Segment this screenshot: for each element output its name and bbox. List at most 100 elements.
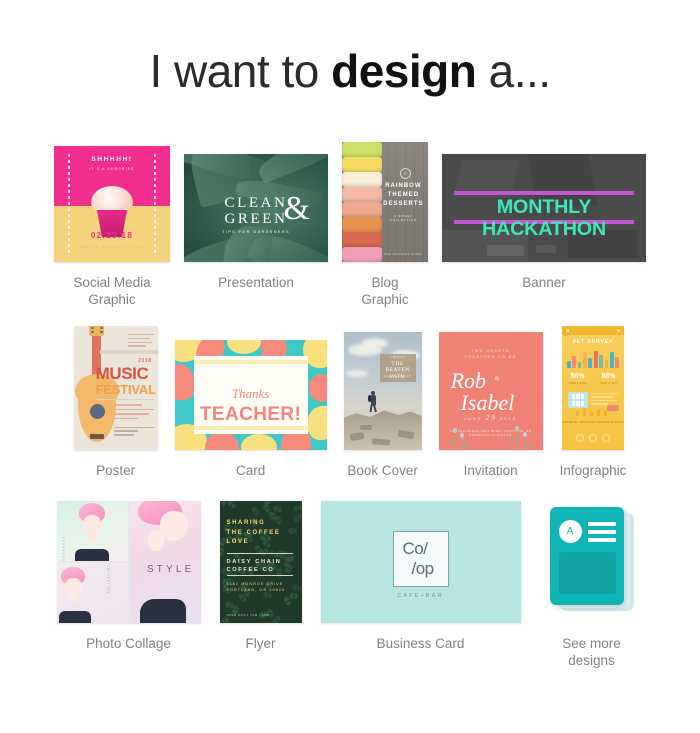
invitation-date-prefix: JUNE — [464, 417, 483, 421]
thumbnail-invitation[interactable]: TWO HEARTS TOGETHER TO BE Rob & Isabel J… — [438, 332, 543, 450]
infographic-title: PET SURVEY — [572, 339, 614, 345]
chart-bar — [604, 359, 609, 368]
thumbnail-wrap: 2018 MUSIC FESTIVAL — [73, 326, 158, 450]
macaron — [342, 247, 383, 262]
banner-title: MONTHLY HACKATHON — [481, 197, 606, 240]
chart-bar — [588, 358, 593, 368]
design-type-see-more-designs[interactable]: A See more designs — [540, 499, 644, 669]
card-panel: Thanks TEACHER! — [193, 356, 308, 434]
design-type-blog-graphic[interactable]: R RAINBOW THEMED DESSERTS A SWEET COLLEC… — [342, 140, 428, 308]
logo-line1: Co/ — [402, 539, 428, 558]
thumbnail-wrap: CLEAN GREEN TIPS FOR GARDENERS & — [184, 140, 328, 262]
stacked-card-front: A — [549, 507, 624, 605]
thumbnail-wrap: R RAINBOW THEMED DESSERTS A SWEET COLLEC… — [342, 140, 428, 262]
book-author: SARAH J. MILLER — [384, 376, 411, 378]
collage-photo-1: LOOKBOOK — [56, 501, 128, 561]
thumbnail-banner[interactable]: MONTHLY HACKATHON — [442, 154, 646, 262]
ukulele-peg — [99, 331, 103, 333]
design-type-row-2: 2018 MUSIC FESTIVAL Poster Thanks TEACHE… — [0, 326, 700, 479]
flyer-rule — [226, 553, 293, 554]
poster-band — [99, 350, 158, 354]
chart-bar — [609, 352, 614, 368]
macaron — [342, 202, 383, 217]
card-bar-top — [193, 360, 308, 364]
see-more-designs-icon[interactable]: A — [540, 499, 644, 623]
flyer-business-name: DAISY CHAIN COFFEE CO — [226, 559, 282, 574]
infographic-stat-labels: OWN A DOG OWN A CAT — [562, 382, 624, 385]
design-type-label: See more designs — [562, 636, 621, 668]
design-type-row-3: LOOKBOOK STYLE COLLECTION Photo Collage … — [0, 499, 700, 669]
design-type-poster[interactable]: 2018 MUSIC FESTIVAL Poster — [73, 326, 158, 479]
thumbnail-wrap: A MEMOIR THE BEATEN PATH SARAH J. MILLER — [343, 326, 422, 450]
business-card-tagline: CAFE+BAR — [397, 593, 444, 599]
coop-logo-box: Co/ /op — [392, 531, 449, 587]
design-type-label: Banner — [522, 275, 566, 290]
macaron — [342, 172, 383, 187]
design-type-photo-collage[interactable]: LOOKBOOK STYLE COLLECTION Photo Collage — [56, 499, 201, 652]
hiker-leg — [372, 404, 377, 413]
design-type-business-card[interactable]: Co/ /op CAFE+BAR Business Card — [320, 499, 521, 652]
monogram-badge: R — [400, 168, 411, 179]
infographic-swatch-card — [567, 392, 588, 408]
cloud — [361, 338, 388, 348]
thumbnail-book-cover[interactable]: A MEMOIR THE BEATEN PATH SARAH J. MILLER — [343, 332, 422, 450]
thumbnail-blog-graphic[interactable]: R RAINBOW THEMED DESSERTS A SWEET COLLEC… — [342, 142, 428, 262]
thumbnail-business-card[interactable]: Co/ /op CAFE+BAR — [320, 501, 521, 623]
circle-icon — [575, 434, 584, 442]
design-type-invitation[interactable]: TWO HEARTS TOGETHER TO BE Rob & Isabel J… — [438, 326, 543, 479]
placeholder-line — [587, 538, 616, 542]
model-face — [159, 511, 188, 541]
design-type-row-1: SHHHHH! IT'S A SURPRISE 02.23.18 RSVP TO… — [0, 140, 700, 308]
page-title-suffix: a... — [476, 45, 551, 97]
placeholder-body — [558, 552, 616, 594]
macaron-title: RAINBOW THEMED DESSERTS — [383, 183, 424, 207]
invitation-name2: Isabel — [460, 390, 515, 415]
design-type-presentation[interactable]: CLEAN GREEN TIPS FOR GARDENERS & Present… — [184, 140, 328, 291]
model-neck — [147, 531, 164, 551]
header-square — [565, 328, 570, 332]
hiker-leg — [369, 404, 373, 413]
card-headline: TEACHER! — [199, 404, 302, 425]
thumbnail-photo-collage[interactable]: LOOKBOOK STYLE COLLECTION — [56, 501, 201, 623]
cupcake-subhead: IT'S A SURPRISE — [89, 167, 135, 171]
circle-icon — [601, 434, 610, 442]
design-type-flyer[interactable]: SHARING THE COFFEE LOVE DAISY CHAIN COFF… — [219, 499, 302, 652]
collage-grid: LOOKBOOK STYLE — [56, 501, 201, 623]
design-type-social-media-graphic[interactable]: SHHHHH! IT'S A SURPRISE 02.23.18 RSVP TO… — [54, 140, 170, 308]
poster-footer-lines — [113, 426, 154, 438]
thumbnail-card[interactable]: Thanks TEACHER! — [174, 340, 327, 450]
model-top — [58, 611, 91, 623]
design-type-book-cover[interactable]: A MEMOIR THE BEATEN PATH SARAH J. MILLER… — [343, 326, 422, 479]
thumbnail-presentation[interactable]: CLEAN GREEN TIPS FOR GARDENERS & — [184, 154, 328, 262]
model-neck — [69, 594, 78, 602]
macaron-stack — [342, 142, 383, 262]
poster-line2: FESTIVAL — [95, 382, 156, 397]
macaron-text-block: RAINBOW THEMED DESSERTS A SWEET COLLECTI… — [383, 182, 424, 222]
thumbnail-social-media-graphic[interactable]: SHHHHH! IT'S A SURPRISE 02.23.18 RSVP TO… — [54, 146, 170, 262]
macaron — [342, 157, 383, 172]
design-type-banner[interactable]: MONTHLY HACKATHON Banner — [442, 140, 646, 291]
rock — [359, 425, 372, 430]
placeholder-lines — [587, 522, 616, 546]
chart-bar — [566, 360, 571, 368]
ampersand-glyph: & — [283, 190, 310, 227]
design-type-infographic[interactable]: PET SURVEY 56% 88% OWN A DOG OWN A CAT S… — [559, 326, 627, 479]
design-type-card[interactable]: Thanks TEACHER! Card — [174, 326, 327, 479]
thumbnail-flyer[interactable]: SHARING THE COFFEE LOVE DAISY CHAIN COFF… — [219, 501, 302, 623]
logo-line2: /op — [411, 559, 435, 578]
macaron — [342, 217, 383, 232]
design-type-label: Infographic — [559, 463, 627, 478]
card-bar-bottom — [193, 426, 308, 430]
thumbnail-wrap: TWO HEARTS TOGETHER TO BE Rob & Isabel J… — [438, 326, 543, 450]
thumbnail-poster[interactable]: 2018 MUSIC FESTIVAL — [73, 326, 158, 450]
chart-bar — [593, 351, 598, 368]
chart-bar — [577, 361, 582, 368]
flyer-rule — [226, 575, 293, 576]
design-type-label: Presentation — [218, 275, 294, 290]
ukulele-peg — [99, 327, 103, 329]
book-title-plate: A MEMOIR THE BEATEN PATH SARAH J. MILLER — [379, 354, 416, 382]
invitation-ampersand: & — [494, 376, 500, 382]
thumbnail-infographic[interactable]: PET SURVEY 56% 88% OWN A DOG OWN A CAT S… — [561, 326, 624, 450]
infographic-bar-chart — [566, 351, 619, 368]
design-type-label: Poster — [96, 463, 136, 478]
